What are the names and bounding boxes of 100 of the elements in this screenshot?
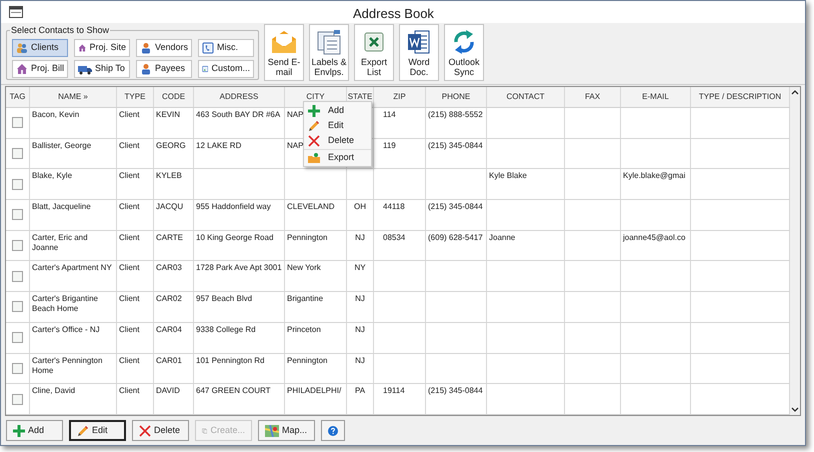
help-button[interactable] <box>321 420 345 441</box>
toolbar-button[interactable]: Word Doc. <box>399 24 439 81</box>
table-cell: Princeton <box>287 324 321 334</box>
window-title: Address Book <box>353 5 434 23</box>
table-cell: PHILADELPHI/ <box>287 386 342 396</box>
table-cell: CARTE <box>156 232 183 242</box>
table-cell: Brigantine <box>287 294 324 304</box>
table-cell: 12 LAKE RD <box>196 140 242 150</box>
table-cell: (609) 628-5417 <box>428 232 483 242</box>
table-cell: Client <box>119 263 140 272</box>
column-header[interactable]: NAME » <box>30 87 117 107</box>
table-cell: Client <box>119 356 140 364</box>
labels-icon <box>316 28 342 54</box>
table-cell: 19114 <box>383 386 405 396</box>
table-cell: New York <box>287 263 321 272</box>
checkbox[interactable] <box>12 332 23 344</box>
scroll-up-icon[interactable] <box>791 89 799 95</box>
toolbar-button[interactable]: Send E-mail <box>264 24 304 81</box>
column-header[interactable]: TYPE <box>117 87 154 107</box>
table-cell: 08534 <box>383 232 406 242</box>
checkbox[interactable] <box>12 178 23 190</box>
plus-icon <box>13 424 25 436</box>
column-header[interactable]: ADDRESS <box>194 87 285 107</box>
worker-icon <box>140 42 152 54</box>
table-cell: Carter, Eric and Joanne <box>32 232 88 252</box>
checkbox[interactable] <box>12 148 23 160</box>
column-header[interactable]: CODE <box>154 87 194 107</box>
menu-item[interactable]: Delete <box>304 133 371 148</box>
table-cell: Client <box>119 386 140 396</box>
table-cell: (215) 345-0844 <box>428 140 483 150</box>
house-icon <box>78 42 86 54</box>
column-header[interactable]: PHONE <box>426 87 487 107</box>
card-icon <box>202 63 208 75</box>
filter-button[interactable]: Ship To <box>74 60 130 78</box>
filter-button[interactable]: Proj. Bill <box>12 60 68 78</box>
table-cell: (215) 345-0844 <box>428 202 483 212</box>
action-button[interactable]: Delete <box>132 420 189 441</box>
table-cell: Ballister, George <box>32 140 92 150</box>
table-cell: 10 King George Road <box>196 232 274 242</box>
checkbox[interactable] <box>12 394 23 405</box>
filter-button[interactable]: Custom... <box>198 60 254 78</box>
filter-button[interactable]: Vendors <box>136 39 192 57</box>
table-cell: NAP <box>287 110 304 119</box>
scroll-down-icon[interactable] <box>791 407 799 413</box>
table-cell: Joanne <box>489 232 516 242</box>
checkbox[interactable] <box>12 301 23 312</box>
sync-icon <box>452 28 476 54</box>
table-cell: 1728 Park Ave Apt 3001 <box>196 263 282 272</box>
toolbar-button[interactable]: Labels & Envlps. <box>309 24 349 81</box>
table-cell: 114 <box>383 110 396 119</box>
worker-icon <box>140 63 152 75</box>
checkbox[interactable] <box>12 362 23 374</box>
filter-button[interactable]: Misc. <box>198 39 254 57</box>
table-cell: Kyle.blake@gmai <box>623 171 686 180</box>
checkbox[interactable] <box>12 209 23 220</box>
table-cell: joanne45@aol.co <box>623 232 686 242</box>
menu-item[interactable]: Export <box>304 150 371 165</box>
table-cell: Carter's Office - NJ <box>32 324 100 334</box>
column-header[interactable]: ZIP <box>374 87 426 107</box>
action-button[interactable]: Edit <box>69 420 126 441</box>
menu-item[interactable]: Edit <box>304 118 371 133</box>
toolbar-button[interactable]: Outlook Sync <box>444 24 484 81</box>
scrollbar[interactable] <box>790 87 800 415</box>
table-cell: 647 GREEN COURT <box>196 386 271 396</box>
toolbar-button[interactable]: Export List <box>354 24 394 81</box>
help-icon <box>328 424 338 438</box>
table-cell: 955 Haddonfield way <box>196 202 271 212</box>
action-button[interactable]: Map... <box>258 420 315 441</box>
table-cell: Client <box>119 324 140 334</box>
filter-button[interactable]: Clients <box>12 39 68 57</box>
column-header[interactable]: CONTACT <box>487 87 565 107</box>
table-cell: (215) 888-5552 <box>428 110 483 119</box>
filter-button[interactable]: Proj. Site <box>74 39 130 57</box>
table-cell: Client <box>119 110 140 119</box>
table-cell: Blatt, Jacqueline <box>32 202 91 212</box>
checkbox[interactable] <box>12 270 23 282</box>
envelope-icon <box>271 30 297 54</box>
checkbox[interactable] <box>12 240 23 252</box>
table-cell: Client <box>119 232 140 242</box>
table-cell: CAR04 <box>156 324 182 334</box>
table-cell: Bacon, Kevin <box>32 110 80 119</box>
table-cell: CAR02 <box>156 294 182 304</box>
pencil-icon <box>308 120 320 132</box>
window-icon <box>9 6 23 18</box>
action-button[interactable]: Add <box>6 420 63 441</box>
table-cell: DAVID <box>156 386 180 396</box>
column-header[interactable]: E-MAIL <box>621 87 691 107</box>
table-cell: CAR03 <box>156 263 182 272</box>
table-cell: CLEVELAND <box>287 202 335 212</box>
table-cell: CAR01 <box>156 356 182 364</box>
checkbox[interactable] <box>12 117 23 128</box>
pencil-icon <box>77 424 89 436</box>
table-cell: NJ <box>355 294 365 304</box>
table-cell: OH <box>354 202 366 212</box>
column-header[interactable]: TAG <box>6 87 30 107</box>
filter-button[interactable]: Payees <box>136 60 192 78</box>
column-header[interactable]: FAX <box>565 87 621 107</box>
table-cell: (215) 345-0844 <box>428 386 483 396</box>
table-cell: NJ <box>355 356 365 364</box>
folder-icon <box>308 152 320 164</box>
